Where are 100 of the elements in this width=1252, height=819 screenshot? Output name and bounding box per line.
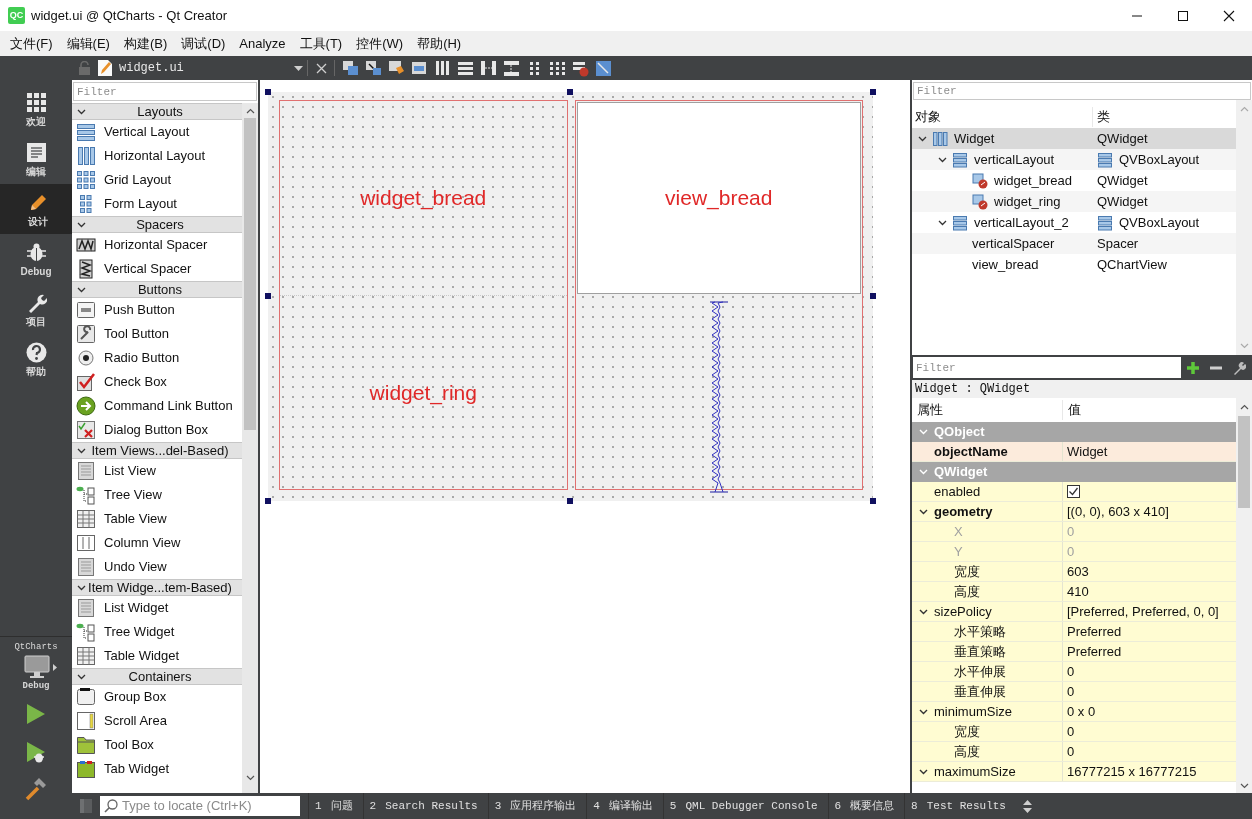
column-header[interactable]: 值: [1063, 400, 1236, 420]
widget-item[interactable]: Push Button: [72, 298, 242, 322]
column-header[interactable]: 对象: [912, 107, 1093, 127]
widget-item[interactable]: Group Box: [72, 685, 242, 709]
category-header[interactable]: Layouts: [72, 103, 242, 120]
widget-item[interactable]: List View: [72, 459, 242, 483]
column-header[interactable]: 类: [1093, 107, 1236, 127]
widget-item[interactable]: Table Widget: [72, 644, 242, 668]
widget-item[interactable]: Tab Widget: [72, 757, 242, 781]
menu-item[interactable]: 控件(W): [349, 31, 411, 56]
selection-handle[interactable]: [870, 293, 876, 299]
up-down-arrows-icon: [1023, 799, 1033, 813]
selection-handle[interactable]: [870, 498, 876, 504]
chevron-icon: [918, 469, 928, 475]
widget-item[interactable]: Vertical Spacer: [72, 257, 242, 281]
scrollbar[interactable]: [1236, 100, 1252, 355]
property-row[interactable]: 水平伸展 0: [912, 662, 1236, 682]
property-value: 0: [1067, 522, 1075, 541]
app-logo: QC: [8, 7, 25, 24]
menu-item[interactable]: Analyze: [232, 31, 293, 56]
scrollbar[interactable]: [1236, 398, 1252, 793]
property-value: Widget: [1067, 442, 1108, 461]
output-tab[interactable]: 5 QML Debugger Console: [662, 793, 822, 819]
property-row[interactable]: 水平策略 Preferred: [912, 622, 1236, 642]
chevron-icon: [77, 221, 86, 228]
tree-row[interactable]: verticalSpacer Spacer: [912, 233, 1236, 254]
widget-item[interactable]: Table View: [72, 507, 242, 531]
tree-row[interactable]: verticalLayout QVBoxLayout: [912, 149, 1236, 170]
selection-handle[interactable]: [567, 89, 573, 95]
filter-field[interactable]: Filter: [913, 357, 1181, 378]
widget-item[interactable]: Grid Layout: [72, 168, 242, 192]
tree-row[interactable]: widget_ring QWidget: [912, 191, 1236, 212]
widget-label: widget_bread: [360, 185, 487, 212]
widget-item[interactable]: Check Box: [72, 370, 242, 394]
category-header[interactable]: Spacers: [72, 216, 242, 233]
widget-item[interactable]: Radio Button: [72, 346, 242, 370]
menu-item[interactable]: 文件(F): [3, 31, 60, 56]
tree-row[interactable]: Widget QWidget: [912, 128, 1236, 149]
menu-item[interactable]: 工具(T): [292, 31, 350, 56]
widget-item[interactable]: Horizontal Spacer: [72, 233, 242, 257]
widget-item[interactable]: Scroll Area: [72, 709, 242, 733]
output-tab[interactable]: 2 Search Results: [362, 793, 482, 819]
widget-item[interactable]: Column View: [72, 531, 242, 555]
column-header[interactable]: 属性: [912, 400, 1063, 420]
category-header[interactable]: Item Widge...tem-Based): [72, 579, 242, 596]
output-tab[interactable]: 6 概要信息: [827, 793, 899, 819]
file-selector[interactable]: widget.ui: [97, 58, 303, 78]
category-header[interactable]: Buttons: [72, 281, 242, 298]
property-row[interactable]: objectName Widget: [912, 442, 1236, 462]
property-row[interactable]: 垂直伸展 0: [912, 682, 1236, 702]
category-header[interactable]: Item Views...del-Based): [72, 442, 242, 459]
help-icon: [25, 341, 47, 363]
category-header[interactable]: Containers: [72, 668, 242, 685]
output-tab[interactable]: 1 问题: [308, 793, 357, 819]
selection-handle[interactable]: [265, 498, 271, 504]
columns-icon: [434, 59, 451, 77]
kit-selector[interactable]: QtCharts Debug: [0, 636, 72, 695]
vertical-spring-icon: [76, 259, 96, 279]
class-name: QWidget: [1097, 192, 1148, 211]
menu-item[interactable]: 调试(D): [174, 31, 233, 56]
menu-item[interactable]: 构建(B): [116, 31, 175, 56]
widget-item[interactable]: Command Link Button: [72, 394, 242, 418]
output-tab[interactable]: 3 应用程序输出: [487, 793, 581, 819]
property-row[interactable]: 宽度 603: [912, 562, 1236, 582]
property-row[interactable]: 高度 0: [912, 742, 1236, 762]
output-tab[interactable]: 4 编译输出: [586, 793, 657, 819]
scrollbar[interactable]: [242, 103, 258, 793]
output-tab[interactable]: 8 Test Results: [904, 793, 1010, 819]
selection-handle[interactable]: [265, 89, 271, 95]
widget-item[interactable]: Tree View: [72, 483, 242, 507]
widget-item[interactable]: Tool Button: [72, 322, 242, 346]
property-row[interactable]: geometry [(0, 0), 603 x 410]: [912, 502, 1236, 522]
filter-field[interactable]: Filter: [73, 82, 257, 101]
locator-field[interactable]: Type to locate (Ctrl+K): [100, 796, 300, 816]
selection-handle[interactable]: [870, 89, 876, 95]
widget-item[interactable]: Tree Widget: [72, 620, 242, 644]
widget-item[interactable]: Dialog Button Box: [72, 418, 242, 442]
property-row[interactable]: 垂直策略 Preferred: [912, 642, 1236, 662]
menu-item[interactable]: 帮助(H): [410, 31, 469, 56]
widget-item[interactable]: Vertical Layout: [72, 120, 242, 144]
property-row[interactable]: 宽度 0: [912, 722, 1236, 742]
checkbox[interactable]: [1067, 485, 1080, 498]
widget-item[interactable]: Tool Box: [72, 733, 242, 757]
selection-handle[interactable]: [265, 293, 271, 299]
property-row[interactable]: minimumSize 0 x 0: [912, 702, 1236, 722]
property-row[interactable]: 高度 410: [912, 582, 1236, 602]
widget-item[interactable]: Horizontal Layout: [72, 144, 242, 168]
property-row[interactable]: maximumSize 16777215 x 16777215: [912, 762, 1236, 782]
property-name: 高度: [954, 582, 980, 601]
widget-item[interactable]: Form Layout: [72, 192, 242, 216]
widget-item[interactable]: List Widget: [72, 596, 242, 620]
mode-button[interactable]: 设计: [0, 184, 72, 234]
property-row[interactable]: sizePolicy [Preferred, Preferred, 0, 0]: [912, 602, 1236, 622]
scrollbar-thumb[interactable]: [1238, 416, 1250, 508]
selection-handle[interactable]: [567, 498, 573, 504]
scrollbar-thumb[interactable]: [244, 118, 256, 430]
filter-field[interactable]: Filter: [913, 82, 1251, 100]
menu-item[interactable]: 编辑(E): [59, 31, 117, 56]
widget-item[interactable]: Undo View: [72, 555, 242, 579]
property-row[interactable]: enabled: [912, 482, 1236, 502]
